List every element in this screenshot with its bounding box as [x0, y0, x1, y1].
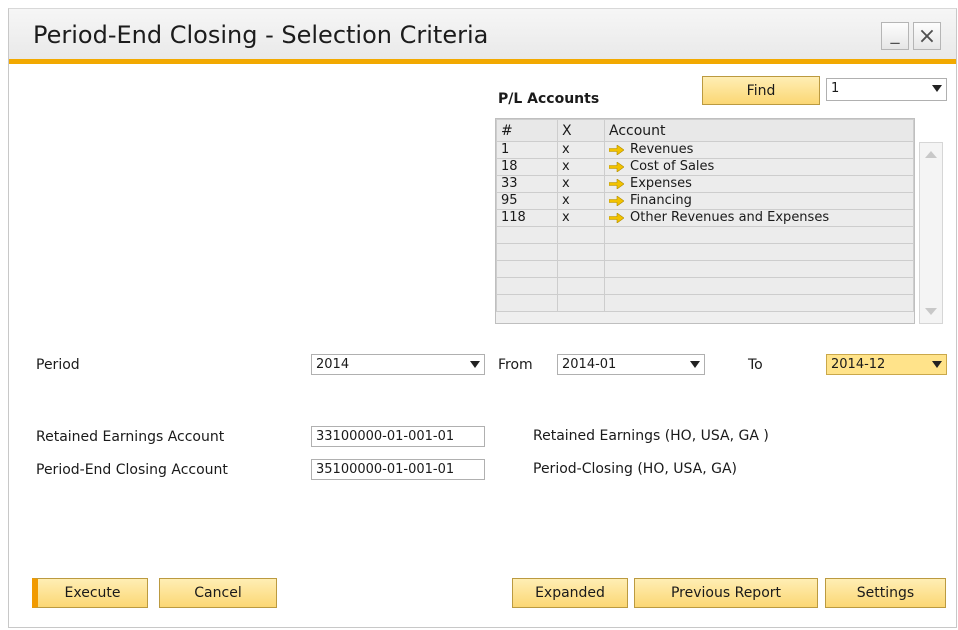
pl-accounts-title: P/L Accounts [498, 91, 600, 107]
empty-row[interactable] [496, 294, 914, 312]
link-arrow-icon[interactable] [609, 144, 624, 155]
minimize-icon: _ [890, 23, 900, 45]
pl-accounts-table: # X Account 1 x Revenues 18 x Cost of Sa… [495, 118, 915, 324]
empty-row[interactable] [496, 243, 914, 261]
window-title: Period-End Closing - Selection Criteria [33, 21, 489, 49]
to-label: To [748, 357, 763, 373]
row-account-label: Other Revenues and Expenses [630, 210, 830, 225]
cancel-button[interactable]: Cancel [159, 578, 277, 608]
row-account: Cost of Sales [604, 158, 914, 176]
row-number: 18 [496, 158, 558, 176]
from-value: 2014-01 [562, 357, 617, 372]
row-account: Financing [604, 192, 914, 210]
execute-button[interactable]: Execute [32, 578, 148, 608]
link-arrow-icon[interactable] [609, 161, 624, 172]
minimize-button[interactable]: _ [881, 22, 909, 50]
find-combo[interactable]: 1 [826, 78, 947, 101]
closing-account-description: Period-Closing (HO, USA, GA) [533, 461, 737, 477]
link-arrow-icon[interactable] [609, 195, 624, 206]
close-icon: × [917, 23, 937, 49]
retained-earnings-label: Retained Earnings Account [36, 429, 225, 445]
row-x[interactable]: x [557, 141, 605, 159]
closing-account-value: 35100000-01-001-01 [316, 462, 455, 477]
row-account: Revenues [604, 141, 914, 159]
row-x[interactable]: x [557, 192, 605, 210]
from-label: From [498, 357, 533, 373]
title-bar: Period-End Closing - Selection Criteria … [9, 9, 956, 64]
retained-earnings-description: Retained Earnings (HO, USA, GA ) [533, 428, 769, 444]
period-select[interactable]: 2014 [311, 354, 485, 375]
link-arrow-icon[interactable] [609, 178, 624, 189]
row-account: Other Revenues and Expenses [604, 209, 914, 227]
link-arrow-icon[interactable] [609, 212, 624, 223]
table-row[interactable]: 95 x Financing [496, 192, 914, 210]
table-header-row: # X Account [496, 119, 914, 142]
settings-button[interactable]: Settings [825, 578, 946, 608]
retained-earnings-account-value: 33100000-01-001-01 [316, 429, 455, 444]
period-label: Period [36, 357, 80, 373]
closing-account-field[interactable]: 35100000-01-001-01 [311, 459, 485, 480]
row-number: 1 [496, 141, 558, 159]
row-account-label: Expenses [630, 176, 692, 191]
row-number: 33 [496, 175, 558, 193]
close-button[interactable]: × [913, 22, 941, 50]
row-account: Expenses [604, 175, 914, 193]
row-account-label: Cost of Sales [630, 159, 715, 174]
previous-report-button[interactable]: Previous Report [634, 578, 818, 608]
scroll-down-icon[interactable] [925, 308, 937, 315]
row-number: 118 [496, 209, 558, 227]
table-row[interactable]: 18 x Cost of Sales [496, 158, 914, 176]
expanded-button[interactable]: Expanded [512, 578, 628, 608]
chevron-down-icon [470, 361, 480, 368]
empty-row[interactable] [496, 226, 914, 244]
table-row[interactable]: 33 x Expenses [496, 175, 914, 193]
to-select[interactable]: 2014-12 [826, 354, 947, 375]
to-value: 2014-12 [831, 357, 886, 372]
find-combo-value: 1 [831, 81, 840, 96]
row-account-label: Financing [630, 193, 692, 208]
empty-row[interactable] [496, 277, 914, 295]
table-row[interactable]: 118 x Other Revenues and Expenses [496, 209, 914, 227]
table-scrollbar[interactable] [919, 142, 943, 324]
period-value: 2014 [316, 357, 350, 372]
chevron-down-icon [690, 361, 700, 368]
retained-earnings-account-field[interactable]: 33100000-01-001-01 [311, 426, 485, 447]
chevron-down-icon [932, 361, 942, 368]
column-header-x[interactable]: X [557, 119, 605, 142]
row-x[interactable]: x [557, 158, 605, 176]
row-x[interactable]: x [557, 209, 605, 227]
from-select[interactable]: 2014-01 [557, 354, 705, 375]
column-header-number[interactable]: # [496, 119, 558, 142]
empty-row[interactable] [496, 260, 914, 278]
row-x[interactable]: x [557, 175, 605, 193]
find-button[interactable]: Find [702, 76, 820, 105]
row-number: 95 [496, 192, 558, 210]
row-account-label: Revenues [630, 142, 694, 157]
table-row[interactable]: 1 x Revenues [496, 141, 914, 159]
chevron-down-icon [932, 85, 942, 92]
column-header-account[interactable]: Account [604, 119, 914, 142]
scroll-up-icon[interactable] [925, 151, 937, 158]
closing-account-label: Period-End Closing Account [36, 462, 228, 478]
